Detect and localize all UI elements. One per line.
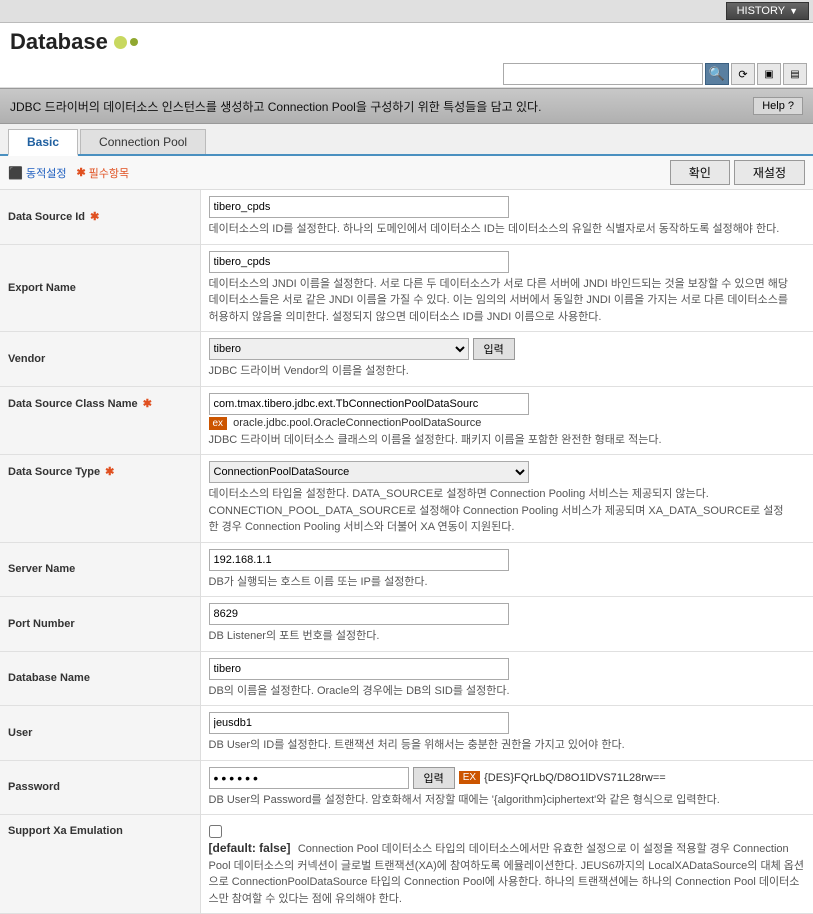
label-password: Password bbox=[0, 760, 200, 815]
title-decoration-1 bbox=[114, 36, 127, 49]
server-name-desc: DB가 실행되는 호스트 이름 또는 IP를 설정한다. bbox=[209, 574, 806, 591]
table-row: Server Name DB가 실행되는 호스트 이름 또는 IP를 설정한다. bbox=[0, 542, 813, 597]
database-name-desc: DB의 이름을 설정한다. Oracle의 경우에는 DB의 SID를 설정한다… bbox=[209, 683, 806, 700]
dynamic-icon: ⬛ bbox=[8, 166, 23, 180]
port-number-desc: DB Listener의 포트 번호를 설정한다. bbox=[209, 628, 806, 645]
refresh-button[interactable]: ⟳ bbox=[731, 63, 755, 85]
required-star: ✱ bbox=[105, 466, 114, 478]
data-source-class-name-input[interactable] bbox=[209, 393, 529, 415]
dynamic-setting-indicator: ⬛ 동적설정 bbox=[8, 165, 66, 181]
value-support-xa: [default: false] Connection Pool 데이터소스 타… bbox=[200, 815, 813, 914]
enc-hint-text: {DES}FQrLbQ/D8O1lDVS71L28rw== bbox=[484, 772, 666, 784]
title-decoration-2 bbox=[130, 38, 138, 46]
tab-connection-pool[interactable]: Connection Pool bbox=[80, 129, 206, 154]
label-data-source-class-name: Data Source Class Name ✱ bbox=[0, 386, 200, 455]
value-data-source-class-name: ex oracle.jdbc.pool.OracleConnectionPool… bbox=[200, 386, 813, 455]
password-desc: DB User의 Password를 설정한다. 암호화해서 저장할 때에는 '… bbox=[209, 792, 789, 809]
value-server-name: DB가 실행되는 호스트 이름 또는 IP를 설정한다. bbox=[200, 542, 813, 597]
value-data-source-type: ConnectionPoolDataSource DATA_SOURCE XA_… bbox=[200, 455, 813, 543]
table-row: Vendor tibero 입력 JDBC 드라이버 Vendor의 이름을 설… bbox=[0, 332, 813, 387]
required-star: ✱ bbox=[90, 211, 99, 223]
table-row: Export Name 데이터소스의 JNDI 이름을 설정한다. 서로 다른 … bbox=[0, 244, 813, 332]
value-data-source-id: 데이터소스의 ID를 설정한다. 하나의 도메인에서 데이터소스 ID는 데이터… bbox=[200, 190, 813, 244]
info-banner-text: JDBC 드라이버의 데이터소스 인스턴스를 생성하고 Connection P… bbox=[10, 98, 541, 115]
label-user: User bbox=[0, 706, 200, 761]
label-export-name: Export Name bbox=[0, 244, 200, 332]
history-button[interactable]: HISTORY ▼ bbox=[726, 2, 809, 20]
data-source-type-select[interactable]: ConnectionPoolDataSource DATA_SOURCE XA_… bbox=[209, 461, 529, 483]
tab-basic[interactable]: Basic bbox=[8, 129, 78, 156]
user-input[interactable] bbox=[209, 712, 509, 734]
search-input[interactable] bbox=[503, 63, 703, 85]
search-button[interactable]: 🔍 bbox=[705, 63, 729, 85]
required-star: ✱ bbox=[143, 398, 152, 410]
server-name-input[interactable] bbox=[209, 549, 509, 571]
required-icon: ✱ bbox=[76, 166, 85, 179]
user-desc: DB User의 ID를 설정한다. 트랜잭션 처리 등을 위해서는 충분한 권… bbox=[209, 737, 806, 754]
data-source-id-input[interactable] bbox=[209, 196, 509, 218]
value-password: 입력 EX {DES}FQrLbQ/D8O1lDVS71L28rw== DB U… bbox=[200, 760, 813, 815]
vendor-input-button[interactable]: 입력 bbox=[473, 338, 515, 360]
enc-hint-label: EX bbox=[459, 771, 480, 784]
tab-bar: Basic Connection Pool bbox=[0, 124, 813, 156]
confirm-button[interactable]: 확인 bbox=[670, 160, 730, 185]
label-server-name: Server Name bbox=[0, 542, 200, 597]
table-row: Support Xa Emulation [default: false] Co… bbox=[0, 815, 813, 914]
vendor-desc: JDBC 드라이버 Vendor의 이름을 설정한다. bbox=[209, 363, 806, 380]
class-name-desc: JDBC 드라이버 데이터소스 클래스의 이름을 설정한다. 패키지 이름을 포… bbox=[209, 432, 806, 449]
info-banner: JDBC 드라이버의 데이터소스 인스턴스를 생성하고 Connection P… bbox=[0, 88, 813, 124]
port-number-input[interactable] bbox=[209, 603, 509, 625]
table-row: Data Source Id ✱ 데이터소스의 ID를 설정한다. 하나의 도메… bbox=[0, 190, 813, 244]
export-name-desc: 데이터소스의 JNDI 이름을 설정한다. 서로 다른 두 데이터소스가 서로 … bbox=[209, 276, 789, 326]
password-input-button[interactable]: 입력 bbox=[413, 767, 455, 789]
label-vendor: Vendor bbox=[0, 332, 200, 387]
support-xa-desc: Connection Pool 데이터소스 타입의 데이터소스에서만 유효한 설… bbox=[209, 843, 805, 905]
required-indicator: ✱ 필수항목 bbox=[76, 165, 129, 181]
icon-btn-1[interactable]: ▣ bbox=[757, 63, 781, 85]
value-vendor: tibero 입력 JDBC 드라이버 Vendor의 이름을 설정한다. bbox=[200, 332, 813, 387]
data-source-type-desc: 데이터소스의 타입을 설정한다. DATA_SOURCE로 설정하면 Conne… bbox=[209, 486, 789, 536]
table-row: Database Name DB의 이름을 설정한다. Oracle의 경우에는… bbox=[0, 651, 813, 706]
table-row: Password 입력 EX {DES}FQrLbQ/D8O1lDVS71L28… bbox=[0, 760, 813, 815]
class-hint-label: ex bbox=[209, 417, 228, 430]
value-export-name: 데이터소스의 JNDI 이름을 설정한다. 서로 다른 두 데이터소스가 서로 … bbox=[200, 244, 813, 332]
table-row: Data Source Type ✱ ConnectionPoolDataSou… bbox=[0, 455, 813, 543]
support-xa-checkbox[interactable] bbox=[209, 825, 222, 838]
form-table: Data Source Id ✱ 데이터소스의 ID를 설정한다. 하나의 도메… bbox=[0, 190, 813, 914]
label-port-number: Port Number bbox=[0, 597, 200, 652]
page-title: Database bbox=[10, 29, 108, 55]
vendor-select[interactable]: tibero bbox=[209, 338, 469, 360]
table-row: User DB User의 ID를 설정한다. 트랜잭션 처리 등을 위해서는 … bbox=[0, 706, 813, 761]
export-name-input[interactable] bbox=[209, 251, 509, 273]
database-name-input[interactable] bbox=[209, 658, 509, 680]
reset-button[interactable]: 재설정 bbox=[734, 160, 805, 185]
label-database-name: Database Name bbox=[0, 651, 200, 706]
table-row: Port Number DB Listener의 포트 번호를 설정한다. bbox=[0, 597, 813, 652]
toolbar: ⬛ 동적설정 ✱ 필수항목 확인 재설정 bbox=[0, 156, 813, 190]
class-hint-text: oracle.jdbc.pool.OracleConnectionPoolDat… bbox=[233, 417, 481, 429]
password-input[interactable] bbox=[209, 767, 409, 789]
help-button[interactable]: Help ? bbox=[753, 97, 803, 115]
value-database-name: DB의 이름을 설정한다. Oracle의 경우에는 DB의 SID를 설정한다… bbox=[200, 651, 813, 706]
value-port-number: DB Listener의 포트 번호를 설정한다. bbox=[200, 597, 813, 652]
data-source-id-desc: 데이터소스의 ID를 설정한다. 하나의 도메인에서 데이터소스 ID는 데이터… bbox=[209, 221, 806, 238]
label-data-source-type: Data Source Type ✱ bbox=[0, 455, 200, 543]
value-user: DB User의 ID를 설정한다. 트랜잭션 처리 등을 위해서는 충분한 권… bbox=[200, 706, 813, 761]
label-support-xa: Support Xa Emulation bbox=[0, 815, 200, 914]
history-label: HISTORY bbox=[737, 5, 786, 17]
table-row: Data Source Class Name ✱ ex oracle.jdbc.… bbox=[0, 386, 813, 455]
history-arrow-icon: ▼ bbox=[789, 6, 798, 16]
default-false-label: [default: false] bbox=[209, 841, 291, 855]
label-data-source-id: Data Source Id ✱ bbox=[0, 190, 200, 244]
icon-btn-2[interactable]: ▤ bbox=[783, 63, 807, 85]
